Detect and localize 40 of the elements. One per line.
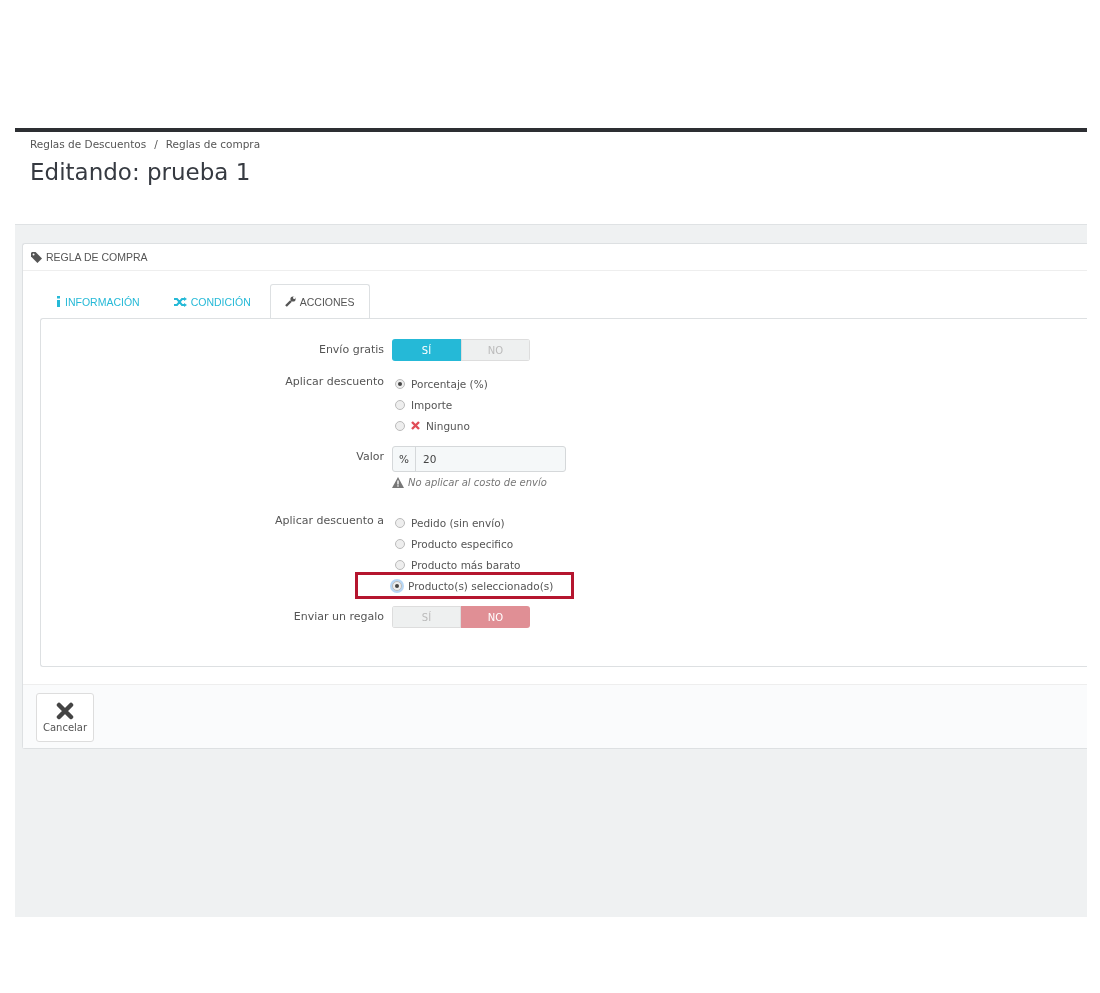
tag-icon (31, 251, 42, 263)
toggle-option[interactable]: SÍ (392, 339, 461, 361)
shuffle-icon (173, 296, 187, 307)
field-label: Enviar un regalo (292, 609, 385, 625)
breadcrumb-link[interactable]: Reglas de Descuentos (30, 138, 147, 150)
field-label: Aplicar descuento a (274, 513, 385, 529)
radio-label: Producto más barato (411, 558, 521, 571)
cancel-button[interactable]: Cancelar (36, 693, 94, 742)
breadcrumb-link[interactable]: Reglas de compra (165, 138, 261, 150)
radio-label: Importe (411, 398, 453, 411)
input-prefix: % (393, 447, 416, 471)
radio-button[interactable] (395, 378, 405, 389)
radio-button[interactable] (395, 538, 405, 549)
radio-label: Porcentaje (%) (411, 377, 488, 390)
radio-button[interactable] (392, 580, 402, 591)
close-icon (56, 702, 74, 720)
radio-label: Pedido (sin envío) (411, 516, 505, 529)
toggle-option[interactable]: NO (461, 606, 530, 628)
input-field[interactable]: % 20 (392, 446, 566, 472)
tab[interactable]: ACCIONES (269, 284, 370, 318)
page-title: Editando: prueba 1 (30, 159, 252, 185)
help-text: No aplicar al costo de envío (408, 477, 547, 488)
radio-label: Producto(s) seleccionado(s) (408, 579, 554, 592)
radio-button[interactable] (395, 559, 405, 570)
radio-button[interactable] (395, 399, 405, 410)
tab[interactable]: CONDICIÓN (158, 284, 266, 318)
cross-icon (411, 421, 420, 430)
warning-icon (392, 477, 404, 488)
radio-label: Ninguno (426, 419, 470, 432)
info-icon (56, 296, 61, 307)
radio-button[interactable] (395, 517, 405, 528)
breadcrumb-separator: / (154, 138, 158, 150)
field-label: Aplicar descuento (284, 374, 385, 390)
wrench-icon (284, 296, 296, 307)
tab[interactable]: INFORMACIÓN (41, 284, 155, 318)
field-label: Envío gratis (317, 342, 385, 358)
panel-title: REGLA DE COMPRA (46, 251, 148, 263)
radio-button[interactable] (395, 420, 405, 431)
radio-label: Producto especifico (411, 537, 514, 550)
field-label: Valor (355, 449, 385, 465)
